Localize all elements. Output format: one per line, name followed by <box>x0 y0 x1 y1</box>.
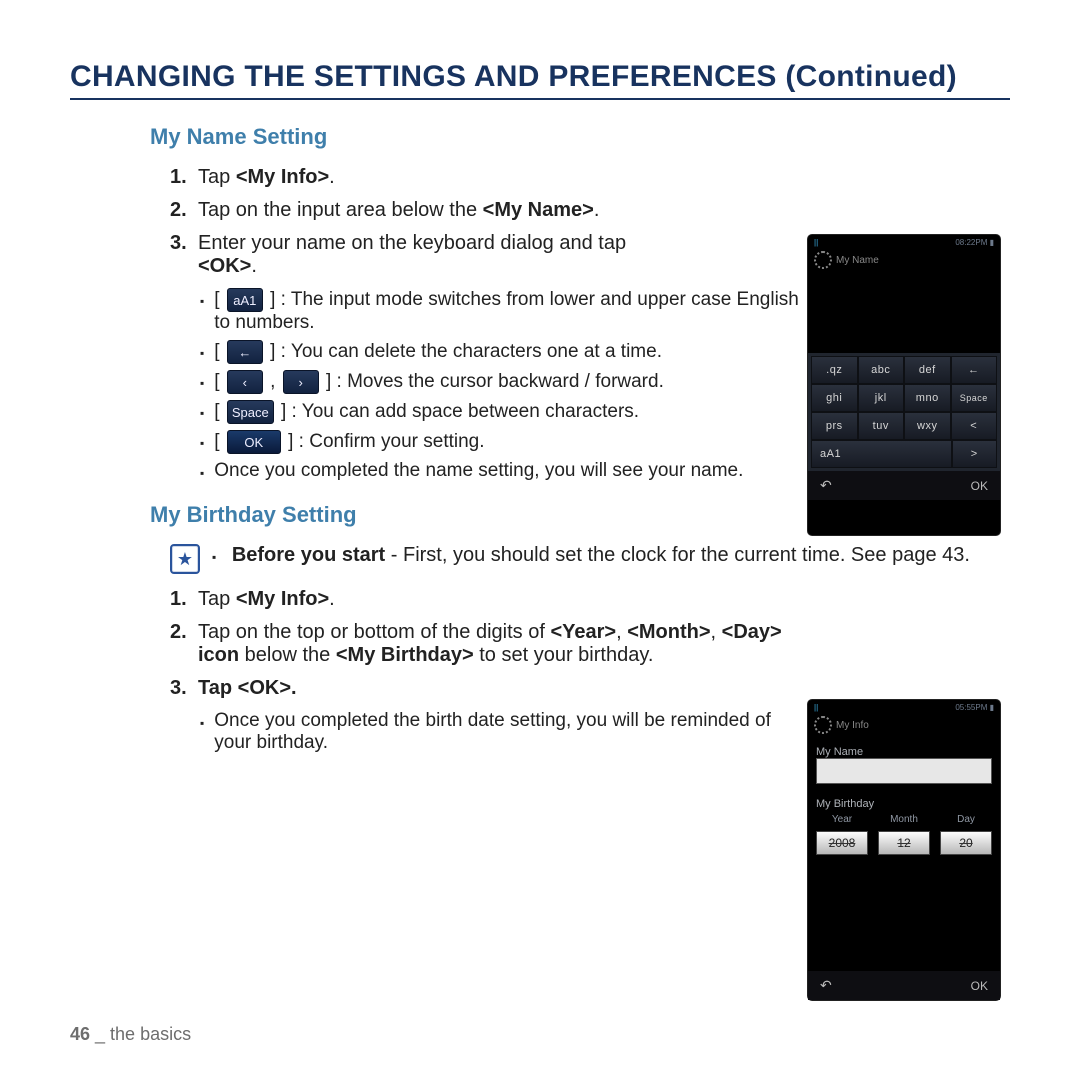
step-3: 3. Enter your name on the keyboard dialo… <box>170 232 810 278</box>
keypad[interactable]: .qz abc def ← ghi jkl mno Space prs tuv … <box>808 353 1000 471</box>
key[interactable]: prs <box>811 412 858 440</box>
page-footer: 46 _ the basics <box>70 1024 191 1045</box>
star-icon: ★ <box>170 544 200 574</box>
bullet-space: ▪ [ Space ] : You can add space between … <box>200 400 810 424</box>
key-space[interactable]: Space <box>951 384 998 412</box>
section-myname-title: My Name Setting <box>150 124 1010 150</box>
bullet-cursor: ▪ [ ‹ , › ] : Moves the cursor backward … <box>200 370 810 394</box>
step-b1: 1. Tap <My Info>. <box>170 588 810 611</box>
key-mode[interactable]: aA1 <box>811 440 952 468</box>
step-b3: 3. Tap <OK>. <box>170 677 810 700</box>
year-picker[interactable]: 2008 <box>816 831 868 855</box>
back-icon[interactable] <box>820 477 832 494</box>
key[interactable]: abc <box>858 356 905 384</box>
note-before-start: ★ ▪ Before you start - First, you should… <box>170 544 1010 574</box>
step-1: 1. Tap <My Info>. <box>170 166 810 189</box>
key[interactable]: def <box>904 356 951 384</box>
key[interactable]: wxy <box>904 412 951 440</box>
bullet-mode: ▪ [ aA1 ] : The input mode switches from… <box>200 288 810 334</box>
key[interactable]: jkl <box>858 384 905 412</box>
label-myname: My Name <box>816 746 992 758</box>
key-left[interactable]: < <box>951 412 998 440</box>
bullet-bday-done: ▪ Once you completed the birth date sett… <box>200 710 810 754</box>
key-right: › <box>283 370 319 394</box>
key-back: ← <box>227 340 263 364</box>
device-myinfo: ||05:55PM ▮ My Info My Name My Birthday … <box>808 700 1000 1000</box>
key-left: ‹ <box>227 370 263 394</box>
page-title: CHANGING THE SETTINGS AND PREFERENCES (C… <box>70 60 1010 100</box>
back-icon[interactable] <box>820 977 832 994</box>
key-space: Space <box>227 400 274 424</box>
bullet-ok: ▪ [ OK ] : Confirm your setting. <box>200 430 810 454</box>
key-backspace[interactable]: ← <box>951 356 998 384</box>
key[interactable]: tuv <box>858 412 905 440</box>
step-2: 2. Tap on the input area below the <My N… <box>170 199 810 222</box>
gear-icon <box>814 716 832 734</box>
step-b2: 2. Tap on the top or bottom of the digit… <box>170 621 810 667</box>
ok-button[interactable]: OK <box>971 979 988 993</box>
gear-icon <box>814 251 832 269</box>
key-right[interactable]: > <box>952 440 998 468</box>
key[interactable]: .qz <box>811 356 858 384</box>
key-ok: OK <box>227 430 281 454</box>
device-myname: ||08:22PM ▮ My Name .qz abc def ← ghi jk… <box>808 235 1000 535</box>
key[interactable]: ghi <box>811 384 858 412</box>
day-picker[interactable]: 20 <box>940 831 992 855</box>
ok-button[interactable]: OK <box>971 479 988 493</box>
key[interactable]: mno <box>904 384 951 412</box>
month-picker[interactable]: 12 <box>878 831 930 855</box>
bullet-done: ▪ Once you completed the name setting, y… <box>200 460 810 482</box>
name-input[interactable] <box>816 758 992 784</box>
bullet-delete: ▪ [ ← ] : You can delete the characters … <box>200 340 810 364</box>
key-aA1: aA1 <box>227 288 263 312</box>
label-mybirthday: My Birthday <box>816 798 992 810</box>
